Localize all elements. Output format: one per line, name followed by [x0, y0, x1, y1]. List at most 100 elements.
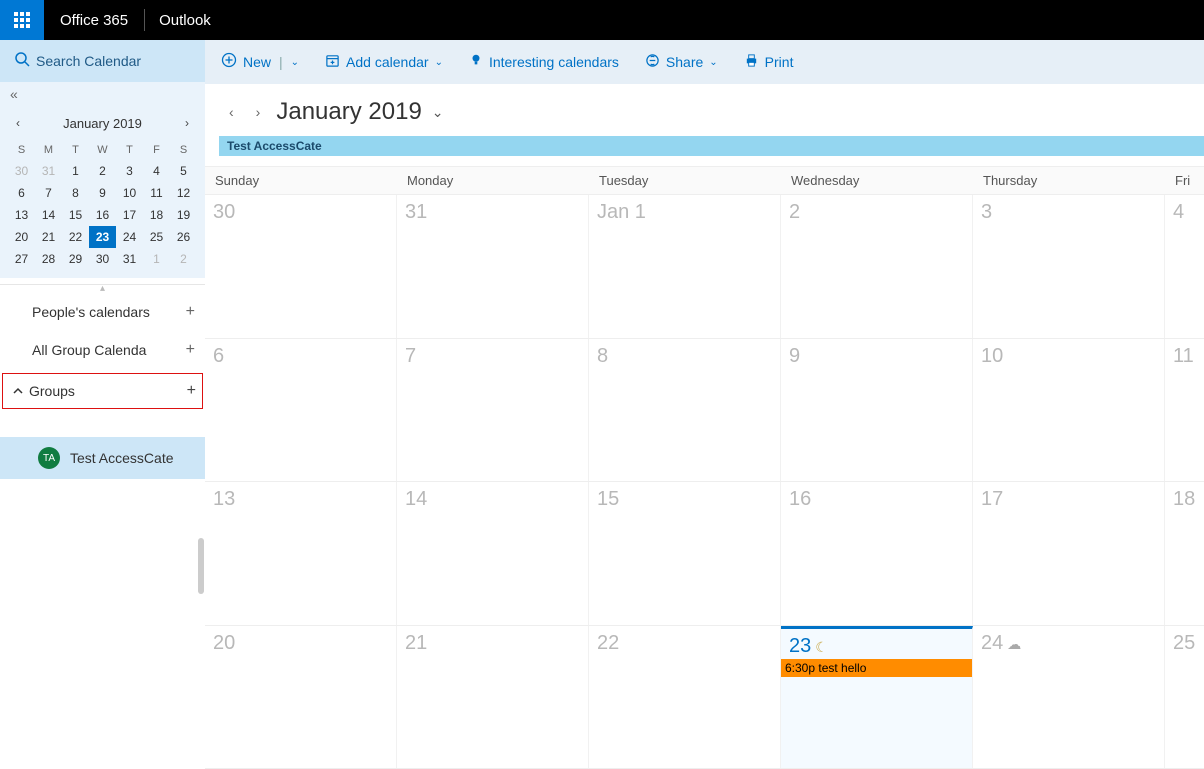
- mini-day[interactable]: 7: [35, 182, 62, 204]
- day-cell[interactable]: 21: [397, 626, 589, 769]
- mini-day[interactable]: 16: [89, 204, 116, 226]
- next-period[interactable]: ›: [250, 102, 267, 122]
- day-cell[interactable]: 17: [973, 482, 1165, 625]
- new-event-button[interactable]: New | ⌄: [221, 52, 299, 72]
- mini-day[interactable]: 30: [89, 248, 116, 270]
- sidebar-item-groups[interactable]: Groups +: [2, 373, 203, 409]
- mini-day[interactable]: 10: [116, 182, 143, 204]
- mini-day[interactable]: 31: [35, 160, 62, 182]
- calendar-tag[interactable]: Test AccessCate: [219, 136, 1204, 156]
- mini-day[interactable]: 26: [170, 226, 197, 248]
- mini-day[interactable]: 19: [170, 204, 197, 226]
- sidebar-scrollbar[interactable]: [197, 398, 205, 769]
- mini-day[interactable]: 6: [8, 182, 35, 204]
- day-header: Fri: [1165, 167, 1204, 194]
- sidebar-item-label: All Group Calenda: [32, 342, 146, 358]
- mini-day[interactable]: 21: [35, 226, 62, 248]
- calendar-event[interactable]: 6:30p test hello: [781, 659, 972, 677]
- day-number: 10: [981, 345, 1156, 368]
- day-cell[interactable]: 6: [205, 339, 397, 482]
- mini-day[interactable]: 5: [170, 160, 197, 182]
- mini-day[interactable]: 22: [62, 226, 89, 248]
- day-cell[interactable]: 13: [205, 482, 397, 625]
- mini-day[interactable]: 23: [89, 226, 116, 248]
- search-icon: [14, 51, 30, 72]
- day-cell[interactable]: 3: [973, 195, 1165, 338]
- day-cell[interactable]: 18: [1165, 482, 1204, 625]
- app-launcher[interactable]: [0, 0, 44, 40]
- day-cell[interactable]: 23☾6:30p test hello: [781, 626, 973, 769]
- add-calendar-button[interactable]: Add calendar ⌄: [325, 53, 443, 72]
- day-cell[interactable]: 9: [781, 339, 973, 482]
- mini-day[interactable]: 1: [62, 160, 89, 182]
- mini-day[interactable]: 24: [116, 226, 143, 248]
- mini-day[interactable]: 15: [62, 204, 89, 226]
- day-cell[interactable]: 15: [589, 482, 781, 625]
- day-cell[interactable]: 24☁: [973, 626, 1165, 769]
- print-button[interactable]: Print: [744, 53, 794, 72]
- day-number: 24☁: [981, 632, 1156, 655]
- chevron-down-icon[interactable]: ⌄: [432, 104, 444, 121]
- mini-day[interactable]: 1: [143, 248, 170, 270]
- day-cell[interactable]: 8: [589, 339, 781, 482]
- sidebar-item-label: Groups: [29, 383, 75, 399]
- day-cell[interactable]: 30: [205, 195, 397, 338]
- mini-day[interactable]: 8: [62, 182, 89, 204]
- day-cell[interactable]: 11: [1165, 339, 1204, 482]
- mini-day[interactable]: 30: [8, 160, 35, 182]
- app-name[interactable]: Outlook: [145, 12, 225, 29]
- day-cell[interactable]: 25: [1165, 626, 1204, 769]
- brand-label[interactable]: Office 365: [44, 12, 144, 29]
- sidebar-item-all-group-calendars[interactable]: All Group Calenda +: [0, 331, 205, 369]
- interesting-calendars-button[interactable]: Interesting calendars: [469, 53, 619, 71]
- mini-day[interactable]: 9: [89, 182, 116, 204]
- mini-day[interactable]: 20: [8, 226, 35, 248]
- group-calendar-entry[interactable]: TA Test AccessCate: [0, 437, 205, 479]
- collapse-month-nav[interactable]: «: [0, 82, 205, 106]
- splitter-handle[interactable]: ▴: [0, 285, 205, 293]
- day-number: 18: [1173, 488, 1200, 511]
- day-cell[interactable]: 4: [1165, 195, 1204, 338]
- mini-prev-month[interactable]: ‹: [12, 114, 24, 132]
- day-cell[interactable]: 7: [397, 339, 589, 482]
- chevron-down-icon[interactable]: ⌄: [291, 57, 299, 68]
- day-cell[interactable]: 14: [397, 482, 589, 625]
- mini-day[interactable]: 17: [116, 204, 143, 226]
- mini-day[interactable]: 14: [35, 204, 62, 226]
- mini-day[interactable]: 25: [143, 226, 170, 248]
- mini-day[interactable]: 28: [35, 248, 62, 270]
- mini-next-month[interactable]: ›: [181, 114, 193, 132]
- mini-day[interactable]: 13: [8, 204, 35, 226]
- mini-day[interactable]: 12: [170, 182, 197, 204]
- day-cell[interactable]: 22: [589, 626, 781, 769]
- prev-period[interactable]: ‹: [223, 102, 240, 122]
- print-icon: [744, 53, 759, 72]
- mini-day[interactable]: 2: [89, 160, 116, 182]
- day-cell[interactable]: 16: [781, 482, 973, 625]
- share-button[interactable]: Share ⌄: [645, 53, 718, 72]
- plus-icon[interactable]: +: [187, 382, 196, 400]
- mini-day[interactable]: 3: [116, 160, 143, 182]
- mini-day[interactable]: 11: [143, 182, 170, 204]
- mini-day[interactable]: 27: [8, 248, 35, 270]
- mini-month-title[interactable]: January 2019: [63, 116, 142, 131]
- day-number: 2: [789, 201, 964, 224]
- share-icon: [645, 53, 660, 72]
- day-cell[interactable]: 31: [397, 195, 589, 338]
- day-cell[interactable]: 10: [973, 339, 1165, 482]
- day-cell[interactable]: 2: [781, 195, 973, 338]
- day-cell[interactable]: Jan 1: [589, 195, 781, 338]
- mini-day[interactable]: 2: [170, 248, 197, 270]
- plus-icon[interactable]: +: [186, 303, 195, 321]
- search-input[interactable]: Search Calendar: [0, 40, 205, 82]
- waffle-icon: [14, 12, 30, 28]
- mini-day[interactable]: 29: [62, 248, 89, 270]
- day-header: Sunday: [205, 167, 397, 194]
- mini-day[interactable]: 31: [116, 248, 143, 270]
- sidebar-item-peoples-calendars[interactable]: People's calendars +: [0, 293, 205, 331]
- day-cell[interactable]: 20: [205, 626, 397, 769]
- mini-day[interactable]: 4: [143, 160, 170, 182]
- plus-icon[interactable]: +: [186, 341, 195, 359]
- mini-calendar-grid: SMTWTFS 30311234567891011121314151617181…: [8, 140, 197, 270]
- mini-day[interactable]: 18: [143, 204, 170, 226]
